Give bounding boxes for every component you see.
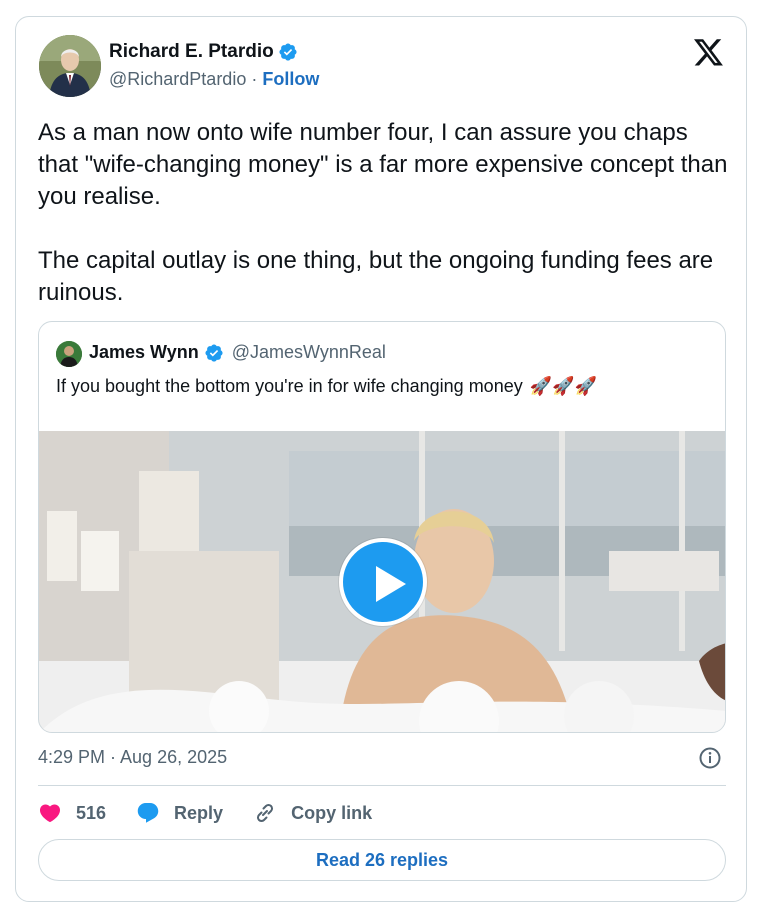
play-button[interactable] (339, 538, 427, 626)
quoted-author-handle[interactable]: @JamesWynnReal (232, 342, 386, 363)
reply-button[interactable]: Reply (136, 801, 223, 825)
author-name-text[interactable]: Richard E. Ptardio (109, 41, 274, 63)
quoted-tweet[interactable]: James Wynn @JamesWynnReal If you bought … (38, 321, 726, 733)
like-count: 516 (76, 802, 107, 823)
heart-icon (39, 804, 61, 823)
quoted-tweet-text: If you bought the bottom you're in for w… (56, 376, 597, 397)
divider (38, 785, 726, 786)
follow-button[interactable]: Follow (262, 69, 319, 89)
tweet-text: As a man now onto wife number four, I ca… (38, 119, 728, 306)
quoted-text-content: If you bought the bottom you're in for w… (56, 376, 523, 396)
copy-link-label: Copy link (291, 802, 373, 823)
author-name[interactable]: Richard E. Ptardio (109, 41, 298, 63)
quoted-author-avatar[interactable] (56, 341, 82, 367)
verified-badge-icon (279, 43, 297, 61)
video-media[interactable] (39, 431, 725, 732)
author-handle[interactable]: @RichardPtardio (109, 69, 246, 89)
read-replies-button[interactable]: Read 26 replies (38, 839, 726, 881)
separator-dot: · (251, 69, 258, 89)
quoted-verified-badge-icon (205, 343, 223, 362)
reply-label: Reply (174, 802, 224, 823)
tweet-timestamp[interactable]: 4:29 PM · Aug 26, 2025 (38, 747, 227, 768)
author-avatar[interactable] (39, 35, 101, 97)
reply-bubble-icon (137, 803, 159, 823)
quoted-author[interactable]: James Wynn @JamesWynnReal (89, 342, 386, 363)
x-logo-icon[interactable] (694, 39, 724, 67)
copy-link-button[interactable]: Copy link (253, 801, 372, 825)
action-bar: 516 Reply Copy link (38, 801, 402, 825)
author-handle-line: @RichardPtardio · Follow (109, 69, 319, 90)
rocket-emoji: 🚀🚀🚀 (529, 376, 597, 396)
info-icon[interactable] (698, 746, 722, 770)
like-button[interactable]: 516 (38, 801, 106, 825)
quoted-author-name[interactable]: James Wynn (89, 342, 199, 363)
tweet-card: Richard E. Ptardio @RichardPtardio · Fol… (15, 16, 747, 902)
link-icon (257, 803, 274, 823)
